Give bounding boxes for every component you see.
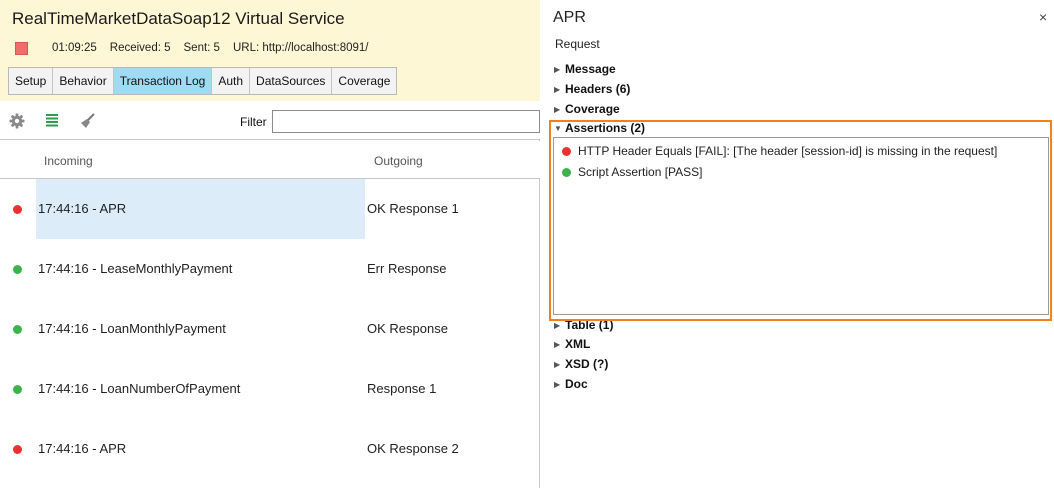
transaction-row[interactable]: 17:44:16 - APR OK Response 2 — [0, 419, 540, 479]
chevron-right-icon: ▶ — [554, 84, 561, 94]
service-tabs: Setup Behavior Transaction Log Auth Data… — [8, 67, 398, 95]
outgoing-cell: Response 1 — [367, 381, 437, 396]
section-table[interactable]: ▶ Table (1) — [554, 316, 613, 334]
status-fail-icon — [13, 205, 22, 214]
tab-coverage[interactable]: Coverage — [332, 68, 397, 94]
section-label: XML — [565, 337, 591, 351]
section-label: Message — [565, 62, 616, 76]
incoming-column-header[interactable]: Incoming — [44, 154, 93, 168]
section-label: XSD (?) — [565, 357, 609, 371]
detail-subtitle: Request — [555, 37, 600, 51]
section-label: Doc — [565, 377, 588, 391]
status-pass-icon — [13, 385, 22, 394]
chevron-right-icon: ▶ — [554, 359, 561, 369]
filter-input[interactable] — [272, 110, 540, 133]
tab-transaction-log[interactable]: Transaction Log — [113, 68, 213, 94]
tab-auth[interactable]: Auth — [212, 68, 251, 94]
tab-behavior[interactable]: Behavior — [53, 68, 114, 94]
transaction-row[interactable]: 17:44:16 - LeaseMonthlyPayment Err Respo… — [0, 239, 540, 299]
log-column-header: Incoming Outgoing — [0, 141, 540, 179]
transaction-row[interactable]: 17:44:16 - LoanNumberOfPayment Response … — [0, 359, 540, 419]
section-coverage[interactable]: ▶ Coverage — [554, 100, 620, 118]
gear-icon[interactable] — [8, 112, 26, 130]
section-xsd[interactable]: ▶ XSD (?) — [554, 355, 608, 373]
sent-count: Sent: 5 — [183, 42, 220, 54]
status-fail-icon — [13, 445, 22, 454]
assertion-text: Script Assertion [PASS] — [578, 165, 703, 179]
section-label: Headers (6) — [565, 82, 631, 96]
service-title: RealTimeMarketDataSoap12 Virtual Service — [12, 9, 345, 28]
filter-label: Filter — [240, 115, 267, 129]
status-pass-icon — [13, 265, 22, 274]
outgoing-cell: OK Response 1 — [367, 201, 459, 216]
transaction-row[interactable]: 17:44:16 - LoanMonthlyPayment OK Respons… — [0, 299, 540, 359]
tab-datasources[interactable]: DataSources — [250, 68, 333, 94]
section-xml[interactable]: ▶ XML — [554, 335, 590, 353]
service-url: URL: http://localhost:8091/ — [232, 42, 369, 54]
section-doc[interactable]: ▶ Doc — [554, 375, 588, 393]
outgoing-cell: OK Response 2 — [367, 441, 459, 456]
incoming-cell: 17:44:16 - LoanNumberOfPayment — [38, 381, 241, 396]
detail-title: APR — [553, 9, 586, 26]
outgoing-cell: OK Response — [367, 321, 448, 336]
chevron-right-icon: ▶ — [554, 339, 561, 349]
status-fail-icon — [562, 146, 571, 156]
chevron-down-icon: ▼ — [554, 123, 562, 133]
chevron-right-icon: ▶ — [554, 320, 561, 330]
section-headers[interactable]: ▶ Headers (6) — [554, 80, 630, 98]
transaction-detail-panel: APR × Request ▶ Message ▶ Headers (6) ▶ … — [541, 0, 1054, 488]
virtual-service-panel: RealTimeMarketDataSoap12 Virtual Service… — [0, 0, 540, 488]
status-pass-icon — [13, 325, 22, 334]
uptime: 01:09:25 — [52, 42, 97, 54]
transaction-list: 17:44:16 - APR OK Response 1 17:44:16 - … — [0, 179, 540, 479]
transaction-row[interactable]: 17:44:16 - APR OK Response 1 — [0, 179, 540, 239]
service-status-bar: 01:09:25 Received: 5 Sent: 5 URL: http:/… — [15, 41, 381, 55]
stop-icon[interactable] — [15, 41, 28, 55]
broom-icon[interactable] — [79, 112, 97, 130]
outgoing-cell: Err Response — [367, 261, 447, 276]
service-header: RealTimeMarketDataSoap12 Virtual Service… — [0, 0, 540, 101]
outgoing-column-header[interactable]: Outgoing — [374, 154, 423, 168]
incoming-cell: 17:44:16 - LoanMonthlyPayment — [38, 321, 226, 336]
section-label: Coverage — [565, 102, 620, 116]
tab-setup[interactable]: Setup — [9, 68, 54, 94]
section-label: Table (1) — [565, 318, 614, 332]
list-icon[interactable] — [44, 112, 62, 130]
received-count: Received: 5 — [109, 42, 171, 54]
status-pass-icon — [562, 167, 571, 177]
chevron-right-icon: ▶ — [554, 64, 561, 74]
chevron-right-icon: ▶ — [554, 104, 561, 114]
incoming-cell: 17:44:16 - APR — [36, 179, 365, 239]
close-icon[interactable]: × — [1039, 9, 1047, 25]
section-label: Assertions (2) — [565, 121, 646, 135]
chevron-right-icon: ▶ — [554, 379, 561, 389]
log-toolbar: Filter — [0, 101, 540, 140]
incoming-cell: 17:44:16 - APR — [38, 441, 127, 456]
assertion-text: HTTP Header Equals [FAIL]: [The header [… — [578, 144, 998, 158]
section-assertions[interactable]: ▼ Assertions (2) — [554, 119, 645, 137]
assertion-item[interactable]: Script Assertion [PASS] — [562, 164, 703, 180]
assertions-list: HTTP Header Equals [FAIL]: [The header [… — [553, 137, 1049, 315]
assertion-item[interactable]: HTTP Header Equals [FAIL]: [The header [… — [562, 143, 997, 159]
incoming-cell: 17:44:16 - LeaseMonthlyPayment — [38, 261, 233, 276]
section-message[interactable]: ▶ Message — [554, 60, 616, 78]
